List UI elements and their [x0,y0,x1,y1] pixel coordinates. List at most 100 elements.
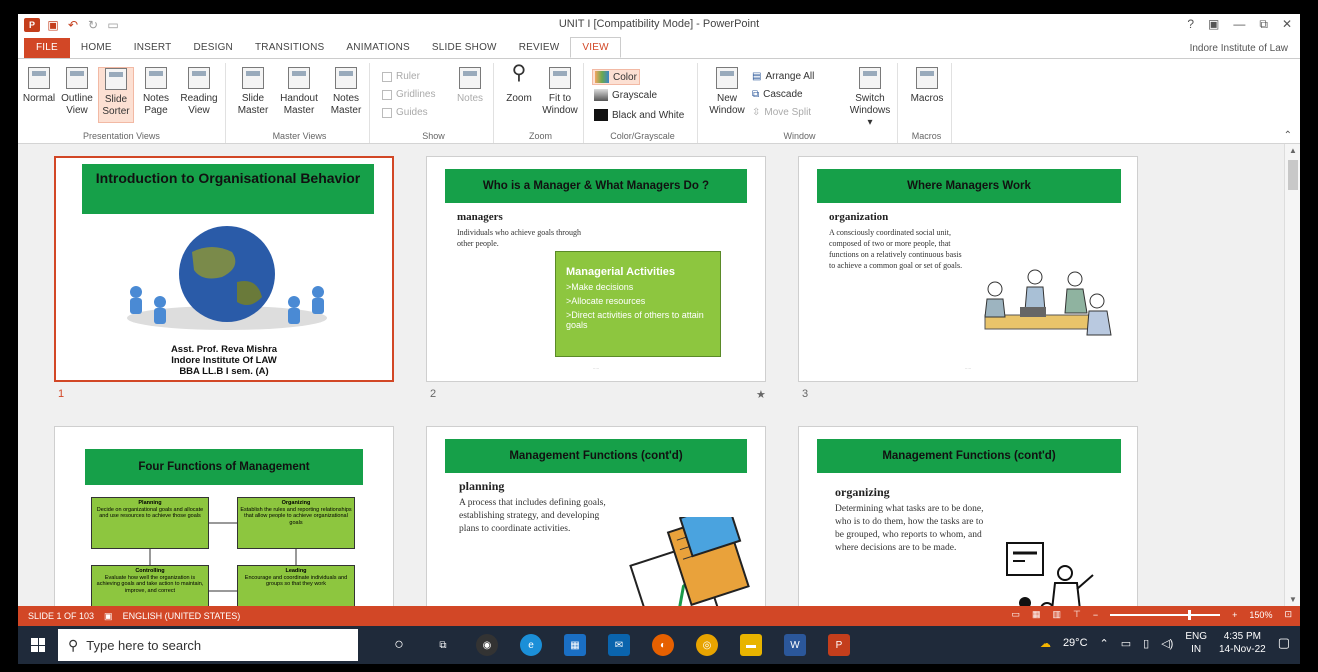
chrome-icon[interactable]: ◎ [696,634,718,656]
cascade-icon: ⧉ [752,89,760,100]
normal-view-button[interactable]: Normal [22,67,56,105]
slide-sorter-status-icon[interactable]: ▦ [1032,609,1041,620]
normal-view-status-icon[interactable]: ▭ [1012,609,1021,620]
ruler-checkbox[interactable]: Ruler [382,71,420,82]
notes-page-icon [145,67,167,89]
move-split-icon: ⇳ [752,107,761,118]
black-and-white-button[interactable]: Black and White [594,109,684,121]
help-icon[interactable]: ? [1187,17,1194,32]
vertical-scrollbar[interactable]: ▲ ▼ [1284,144,1300,606]
notifications-icon[interactable]: ▢ [1278,635,1290,651]
reading-view-button[interactable]: Reading View [178,67,220,117]
tab-insert[interactable]: INSERT [123,38,183,58]
tab-home[interactable]: HOME [70,38,123,58]
slide-thumbnail-6[interactable]: Management Functions (cont'd) organizing… [798,426,1138,606]
edge-browser-icon[interactable]: e [520,634,542,656]
tab-review[interactable]: REVIEW [508,38,571,58]
notes-button[interactable]: Notes [454,67,486,105]
macros-button[interactable]: Macros [906,67,948,105]
window-title: UNIT I [Compatibility Mode] - PowerPoint [558,18,760,30]
task-view-icon[interactable]: ⧉ [432,634,454,656]
volume-icon[interactable]: ◁) [1161,637,1173,650]
gridlines-checkbox[interactable]: Gridlines [382,89,435,100]
powerpoint-logo-icon: P [24,18,40,32]
spellcheck-icon[interactable]: ▣ [94,611,113,622]
restore-icon[interactable]: ⧉ [1259,17,1268,32]
fit-slide-icon[interactable]: ⊡ [1284,609,1292,620]
zoom-in-icon[interactable]: + [1232,610,1237,620]
zoom-level[interactable]: 150% [1249,610,1272,620]
new-window-button[interactable]: New Window [706,67,748,117]
switch-windows-button[interactable]: Switch Windows ▾ [846,67,894,129]
powerpoint-taskbar-icon[interactable]: P [828,634,850,656]
notes-master-button[interactable]: Notes Master [326,67,366,117]
ribbon-display-options-icon[interactable]: ▣ [1208,17,1219,32]
clock[interactable]: 4:35 PM 14-Nov-22 [1219,630,1266,656]
show-hidden-icons-icon[interactable]: ⌃ [1100,637,1109,650]
arrange-all-button[interactable]: ▤ Arrange All [752,71,814,82]
scroll-down-icon[interactable]: ▼ [1285,595,1300,604]
tab-design[interactable]: DESIGN [182,38,244,58]
scroll-up-icon[interactable]: ▲ [1285,146,1300,155]
language-indicator[interactable]: ENG IN [1185,630,1207,656]
move-split-button[interactable]: ⇳ Move Split [752,107,811,118]
scrollbar-thumb[interactable] [1288,160,1298,190]
slide-thumbnail-2[interactable]: Who is a Manager & What Managers Do ? ma… [426,156,766,382]
cascade-button[interactable]: ⧉ Cascade [752,89,803,100]
handout-master-button[interactable]: Handout Master [276,67,322,117]
close-icon[interactable]: ✕ [1282,17,1292,32]
notes-page-button[interactable]: Notes Page [138,67,174,117]
button-label: Reading [180,93,218,104]
fit-to-window-button[interactable]: Fit to Window [540,67,580,117]
start-from-beginning-icon[interactable]: ▭ [106,18,120,32]
language-indicator[interactable]: ENGLISH (UNITED STATES) [113,611,241,621]
file-explorer-icon[interactable]: ▬ [740,634,762,656]
tab-file[interactable]: FILE [24,38,70,58]
undo-icon[interactable]: ↶ [66,18,80,32]
fit-to-window-icon [549,67,571,89]
user-account[interactable]: Indore Institute of Law [1190,43,1288,54]
mail-icon[interactable]: ✉ [608,634,630,656]
word-icon[interactable]: W [784,634,806,656]
obs-app-icon[interactable]: ◉ [476,634,498,656]
color-button[interactable]: Color [592,69,640,85]
slide-thumbnail-1[interactable]: Introduction to Organisational Behavior … [54,156,394,382]
store-icon[interactable]: ▦ [564,634,586,656]
tab-view[interactable]: VIEW [570,37,621,58]
tab-transitions[interactable]: TRANSITIONS [244,38,335,58]
start-button[interactable] [18,626,58,664]
managerial-activities-box: Managerial Activities >Make decisions >A… [555,251,721,357]
group-label: Zoom [528,131,552,141]
zoom-out-icon[interactable]: − [1093,610,1098,620]
grayscale-button[interactable]: Grayscale [594,89,657,101]
cortana-icon[interactable]: ○ [388,634,410,656]
slide-thumbnail-3[interactable]: Where Managers Work organization A consc… [798,156,1138,382]
battery-icon[interactable]: ▯ [1143,637,1149,650]
slide-footer: ····· [964,366,972,371]
temperature[interactable]: 29°C [1063,637,1088,649]
button-label: Macros [910,93,944,104]
tab-slide-show[interactable]: SLIDE SHOW [421,38,508,58]
button-label: New [716,93,737,104]
reading-view-status-icon[interactable]: ▥ [1053,609,1062,620]
network-icon[interactable]: ▭ [1121,637,1131,650]
firefox-icon[interactable]: ◐ [652,634,674,656]
outline-view-button[interactable]: Outline View [58,67,96,117]
slide-master-button[interactable]: Slide Master [234,67,272,117]
slide-sorter-button[interactable]: Slide Sorter [98,67,134,123]
minimize-icon[interactable]: — [1233,17,1245,32]
slide-thumbnail-4[interactable]: Four Functions of Management Planning De… [54,426,394,606]
collapse-ribbon-icon[interactable]: ⌃ [1284,130,1292,141]
slide-show-status-icon[interactable]: ⊤ [1073,609,1081,620]
tab-animations[interactable]: ANIMATIONS [335,38,420,58]
slide-thumbnail-5[interactable]: Management Functions (cont'd) planning A… [426,426,766,606]
zoom-slider[interactable] [1110,609,1221,620]
taskbar-search-box[interactable]: ⚲ Type here to search [58,629,358,661]
guides-checkbox[interactable]: Guides [382,107,428,118]
save-icon[interactable]: ▣ [46,18,60,32]
weather-icon[interactable]: ☁ [1040,637,1051,650]
slide-body: Determining what tasks are to be done, w… [835,504,984,553]
redo-icon[interactable]: ↻ [86,18,100,32]
arrange-all-icon: ▤ [752,71,762,82]
zoom-button[interactable]: ⚲ Zoom [502,63,536,105]
